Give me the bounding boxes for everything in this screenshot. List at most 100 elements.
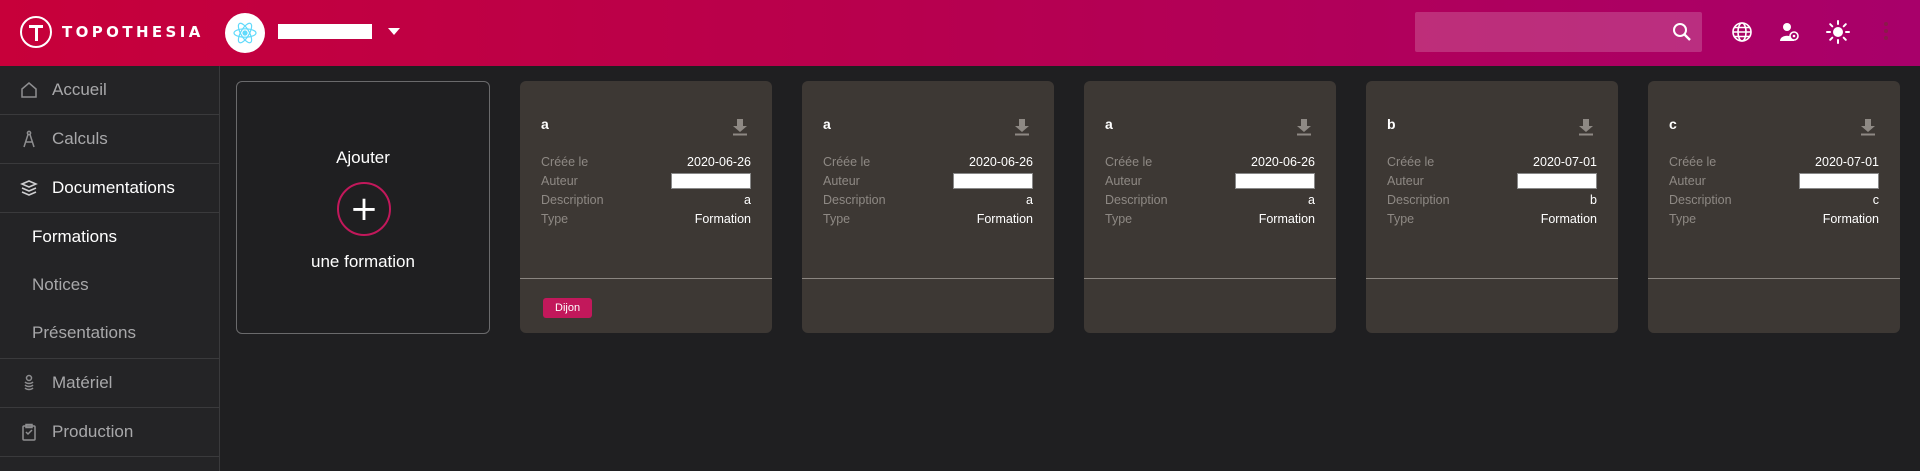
add-formation-card[interactable]: Ajouter + une formation — [236, 81, 490, 334]
redacted-username — [278, 24, 372, 39]
card-title: c — [1669, 116, 1677, 132]
type-label: Type — [1387, 211, 1415, 226]
author-label: Auteur — [1105, 173, 1142, 188]
sun-icon[interactable] — [1826, 20, 1850, 44]
download-icon[interactable] — [1296, 118, 1312, 136]
type-value: Formation — [694, 211, 751, 226]
card-details: Créée le 2020-07-01 Auteur Description c T… — [1669, 152, 1879, 228]
type-label: Type — [1669, 211, 1697, 226]
author-label: Auteur — [823, 173, 860, 188]
type-value: Formation — [1258, 211, 1315, 226]
sidebar-item-accueil[interactable]: Accueil — [0, 66, 219, 115]
sidebar-item-documentations[interactable]: Documentations — [0, 164, 219, 213]
type-label: Type — [823, 211, 851, 226]
card-details: Créée le 2020-06-26 Auteur Description a T… — [1105, 152, 1315, 228]
top-app-bar: TOPOTHESIA — [0, 0, 1920, 66]
created-date: 2020-06-26 — [1251, 154, 1315, 169]
created-date: 2020-06-26 — [687, 154, 751, 169]
description-value: a — [1026, 192, 1033, 207]
card-title: b — [1387, 116, 1396, 132]
formation-card[interactable]: c Créée le 2020-07-01 Auteur Description c… — [1648, 81, 1900, 333]
description-label: Description — [1387, 192, 1450, 207]
rope-icon — [20, 374, 38, 392]
description-value: a — [1308, 192, 1315, 207]
sidebar-item-calculs[interactable]: Calculs — [0, 115, 219, 164]
description-value: b — [1590, 192, 1597, 207]
created-label: Créée le — [541, 154, 589, 169]
logo-text: TOPOTHESIA — [62, 23, 204, 41]
type-label: Type — [541, 211, 569, 226]
description-label: Description — [541, 192, 604, 207]
download-icon[interactable] — [1578, 118, 1594, 136]
sidebar-item-label: Production — [52, 422, 134, 441]
download-icon[interactable] — [1860, 118, 1876, 136]
location-tag[interactable]: Dijon — [543, 298, 593, 318]
author-label: Auteur — [1387, 173, 1424, 188]
redacted-author — [671, 172, 751, 189]
card-divider — [520, 278, 772, 279]
created-date: 2020-06-26 — [969, 154, 1033, 169]
redacted-author — [1235, 172, 1315, 189]
author-label: Auteur — [541, 173, 578, 188]
download-icon[interactable] — [1014, 118, 1030, 136]
user-gear-icon[interactable] — [1777, 20, 1801, 44]
sidebar-item-label: Documentations — [52, 178, 175, 197]
sidebar-item-production[interactable]: Production — [0, 408, 219, 457]
sidebar-subitem-formations[interactable]: Formations — [0, 213, 219, 261]
formation-card[interactable]: a Créée le 2020-06-26 Auteur Description a… — [520, 81, 772, 333]
author-label: Auteur — [1669, 173, 1706, 188]
logo-icon — [20, 16, 52, 48]
card-title: a — [1105, 116, 1113, 132]
sidebar-item-label: Accueil — [52, 80, 107, 99]
documentations-submenu: Formations Notices Présentations — [0, 213, 219, 359]
formation-card[interactable]: b Créée le 2020-07-01 Auteur Description b… — [1366, 81, 1618, 333]
sidebar: Accueil Calculs Documentations Formation… — [0, 66, 220, 471]
description-label: Description — [1105, 192, 1168, 207]
add-card-title: Ajouter — [336, 148, 390, 167]
formation-card[interactable]: a Créée le 2020-06-26 Auteur Description a… — [802, 81, 1054, 333]
react-icon — [233, 22, 257, 44]
card-title: a — [823, 116, 831, 132]
type-value: Formation — [976, 211, 1033, 226]
sidebar-item-label: Matériel — [52, 373, 113, 392]
description-value: c — [1872, 192, 1879, 207]
globe-icon[interactable] — [1730, 20, 1754, 44]
description-label: Description — [1669, 192, 1732, 207]
redacted-author — [953, 172, 1033, 189]
app-logo[interactable]: TOPOTHESIA — [20, 16, 204, 48]
created-label: Créée le — [1669, 154, 1717, 169]
card-divider — [1648, 278, 1900, 279]
description-value: a — [744, 192, 751, 207]
download-icon[interactable] — [732, 118, 748, 136]
card-details: Créée le 2020-06-26 Auteur Description a T… — [823, 152, 1033, 228]
redacted-author — [1517, 172, 1597, 189]
react-logo-avatar[interactable] — [225, 13, 265, 53]
card-details: Créée le 2020-07-01 Auteur Description b T… — [1387, 152, 1597, 228]
home-icon — [20, 81, 38, 99]
chevron-down-icon[interactable] — [388, 28, 400, 35]
compass-icon — [20, 130, 38, 148]
sidebar-item-label: Calculs — [52, 129, 108, 148]
type-value: Formation — [1540, 211, 1597, 226]
created-label: Créée le — [1105, 154, 1153, 169]
sidebar-item-materiel[interactable]: Matériel — [0, 359, 219, 408]
add-plus-icon[interactable]: + — [337, 182, 391, 236]
stack-icon — [20, 179, 38, 197]
search-icon[interactable] — [1672, 22, 1692, 47]
card-title: a — [541, 116, 549, 132]
more-vert-icon[interactable] — [1884, 22, 1888, 43]
sidebar-subitem-presentations[interactable]: Présentations — [0, 309, 219, 357]
card-divider — [1366, 278, 1618, 279]
created-label: Créée le — [823, 154, 871, 169]
search-input[interactable] — [1415, 12, 1702, 52]
card-details: Créée le 2020-06-26 Auteur Description a T… — [541, 152, 751, 228]
created-date: 2020-07-01 — [1815, 154, 1879, 169]
card-divider — [802, 278, 1054, 279]
add-card-subtitle: une formation — [311, 252, 415, 271]
type-value: Formation — [1822, 211, 1879, 226]
formation-card[interactable]: a Créée le 2020-06-26 Auteur Description a… — [1084, 81, 1336, 333]
card-divider — [1084, 278, 1336, 279]
created-label: Créée le — [1387, 154, 1435, 169]
sidebar-subitem-notices[interactable]: Notices — [0, 261, 219, 309]
type-label: Type — [1105, 211, 1133, 226]
